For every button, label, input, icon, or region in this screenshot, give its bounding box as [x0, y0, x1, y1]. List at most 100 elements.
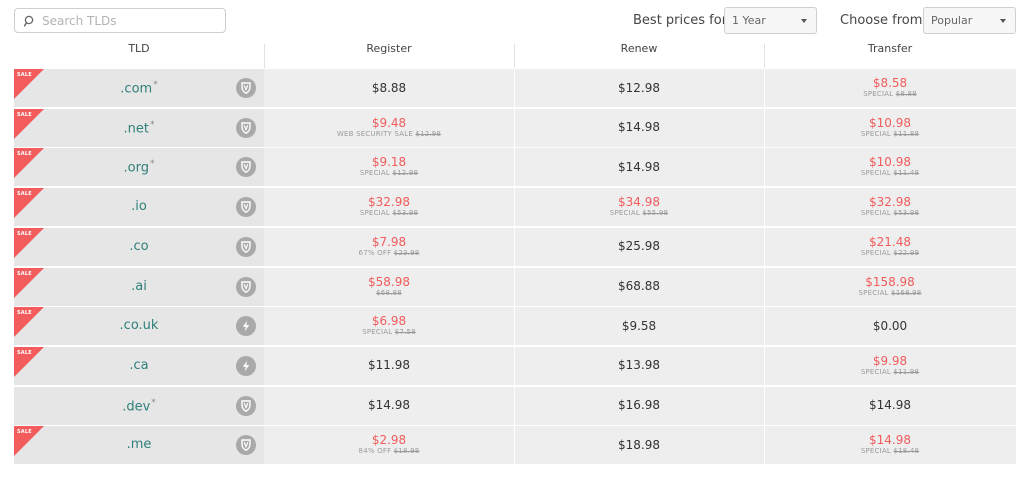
- discount-label: SPECIAL: [359, 169, 390, 178]
- renew-price-cell: $16.98: [514, 387, 764, 425]
- column-divider: [764, 386, 765, 425]
- renew-price: $12.98: [618, 80, 660, 95]
- renew-discount-note: SPECIAL $55.98: [610, 209, 668, 218]
- original-price: $11.48: [893, 169, 920, 178]
- column-divider: [764, 227, 765, 266]
- original-price: $11.98: [893, 367, 920, 376]
- table-row[interactable]: SALE .com* $8.88 $12.98 $8.58 SPECIAL $8.88: [14, 69, 1016, 107]
- transfer-discount-note: SPECIAL $11.48: [861, 169, 919, 178]
- tld-footnote-star: *: [149, 159, 155, 170]
- tld-name[interactable]: .co: [14, 239, 264, 254]
- choose-from-label: Choose from: [840, 13, 923, 28]
- transfer-discount-note: SPECIAL $11.88: [861, 130, 919, 139]
- tld-name[interactable]: .io: [14, 199, 264, 214]
- discount-label: SPECIAL: [863, 90, 894, 98]
- tld-name[interactable]: .ca: [14, 358, 264, 373]
- renew-price-cell: $34.98 SPECIAL $55.98: [514, 188, 764, 226]
- renew-price: $68.88: [618, 279, 660, 293]
- table-row[interactable]: SALE .ca $11.98 $13.98 $9.98 SPECIAL $11.98: [14, 346, 1016, 385]
- register-price-cell: $32.98 SPECIAL $53.98: [264, 188, 514, 226]
- original-price: $22.99: [893, 248, 920, 257]
- register-discount-note: $68.88: [376, 289, 402, 298]
- original-price: $68.88: [376, 288, 402, 297]
- tld-footnote-star: *: [151, 397, 156, 408]
- transfer-price: $10.98: [869, 115, 911, 130]
- discount-label: SPECIAL: [860, 129, 891, 138]
- transfer-discount-note: SPECIAL $11.98: [861, 368, 919, 377]
- bolt-icon[interactable]: [236, 355, 256, 376]
- tld-name[interactable]: .me: [14, 437, 264, 452]
- register-price: $11.98: [368, 358, 410, 373]
- transfer-discount-note: SPECIAL $53.98: [861, 209, 919, 218]
- column-divider: [514, 188, 515, 227]
- tld-name[interactable]: .net*: [14, 120, 264, 136]
- table-row[interactable]: SALE .co $7.98 67% OFF $23.98 $25.98 $21.48 SP…: [14, 227, 1016, 266]
- register-price-cell: $2.98 84% OFF $18.98: [264, 426, 514, 464]
- tld-footnote-star: *: [149, 119, 155, 130]
- shield-icon[interactable]: [236, 276, 256, 297]
- renew-price: $14.98: [618, 120, 660, 135]
- tld-label: .dev: [122, 398, 151, 414]
- renew-price: $18.98: [618, 437, 660, 452]
- transfer-price-cell: $14.98: [764, 387, 1016, 425]
- search-input[interactable]: [42, 13, 212, 28]
- shield-icon[interactable]: [236, 197, 256, 218]
- original-price: $23.98: [393, 248, 420, 257]
- sale-ribbon-text: SALE: [17, 310, 32, 317]
- original-price: $18.98: [393, 447, 420, 456]
- period-select[interactable]: 1 Year: [724, 7, 817, 34]
- column-divider: [764, 426, 765, 465]
- register-price: $32.98: [368, 195, 410, 210]
- original-price: $18.48: [893, 447, 920, 456]
- register-price: $8.88: [371, 80, 407, 95]
- renew-price: $13.98: [618, 358, 660, 373]
- original-price: $12.98: [415, 129, 442, 138]
- register-price-cell: $9.18 SPECIAL $12.98: [264, 148, 514, 186]
- tld-label: .io: [131, 199, 147, 215]
- shield-icon[interactable]: [236, 236, 256, 257]
- shield-icon[interactable]: [236, 117, 256, 138]
- search-box[interactable]: [14, 8, 226, 33]
- register-price-cell: $7.98 67% OFF $23.98: [264, 228, 514, 266]
- column-header-register[interactable]: Register: [264, 42, 514, 55]
- tld-name[interactable]: .ai: [14, 279, 264, 294]
- table-row[interactable]: .dev* $14.98 $16.98 $14.98: [14, 386, 1016, 425]
- table-row[interactable]: SALE .net* $9.48 WEB SECURITY SALE $12.98 $1…: [14, 108, 1016, 147]
- table-row[interactable]: SALE .io $32.98 SPECIAL $53.98 $34.98 SPECIAL…: [14, 188, 1016, 227]
- table-row[interactable]: SALE .co.uk $6.98 SPECIAL $7.58 $9.58 $0.00: [14, 307, 1016, 346]
- table-row[interactable]: SALE .ai $58.98 $68.88 $68.88 $158.98 SPECIAL …: [14, 267, 1016, 306]
- period-select-value: 1 Year: [732, 14, 766, 27]
- transfer-discount-note: SPECIAL $8.88: [863, 90, 917, 99]
- discount-label: SPECIAL: [860, 447, 891, 456]
- tld-label: .co: [129, 238, 149, 254]
- shield-icon[interactable]: [236, 78, 256, 98]
- column-header-tld[interactable]: TLD: [14, 42, 264, 55]
- transfer-price-cell: $32.98 SPECIAL $53.98: [764, 188, 1016, 226]
- tld-name[interactable]: .dev*: [14, 398, 264, 414]
- tld-name[interactable]: .org*: [14, 159, 264, 175]
- register-price-cell: $9.48 WEB SECURITY SALE $12.98: [264, 109, 514, 147]
- transfer-price: $14.98: [869, 398, 911, 413]
- shield-icon[interactable]: [236, 395, 256, 416]
- original-price: $7.58: [394, 328, 416, 337]
- table-row[interactable]: SALE .me $2.98 84% OFF $18.98 $18.98 $14.98 SP…: [14, 426, 1016, 465]
- register-price-cell: $6.98 SPECIAL $7.58: [264, 307, 514, 345]
- original-price: $11.88: [893, 129, 920, 138]
- sale-ribbon-text: SALE: [17, 151, 32, 158]
- transfer-price-cell: $10.98 SPECIAL $11.48: [764, 148, 1016, 186]
- renew-price: $25.98: [618, 239, 660, 254]
- register-price-cell: $14.98: [264, 387, 514, 425]
- discount-label: SPECIAL: [860, 248, 891, 257]
- transfer-price: $9.98: [872, 353, 908, 368]
- category-select-value: Popular: [931, 14, 973, 27]
- table-row[interactable]: SALE .org* $9.18 SPECIAL $12.98 $14.98 $10.98…: [14, 148, 1016, 187]
- tld-name[interactable]: .com*: [14, 80, 264, 96]
- original-price: $53.98: [392, 209, 419, 218]
- category-select[interactable]: Popular: [923, 7, 1016, 34]
- column-divider: [514, 346, 515, 385]
- column-header-transfer[interactable]: Transfer: [764, 42, 1016, 55]
- transfer-price: $32.98: [869, 195, 911, 210]
- tld-name[interactable]: .co.uk: [14, 318, 264, 333]
- tld-label: .ai: [131, 278, 147, 294]
- column-header-renew[interactable]: Renew: [514, 42, 764, 55]
